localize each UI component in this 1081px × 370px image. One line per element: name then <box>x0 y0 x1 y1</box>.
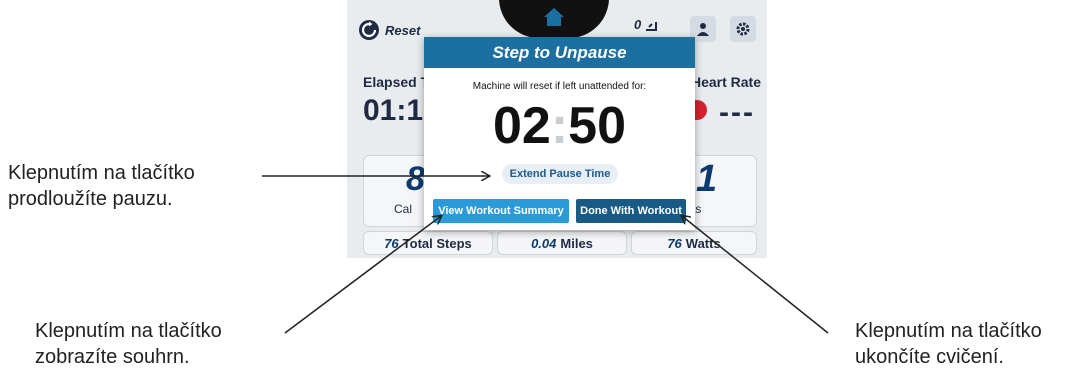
home-tab[interactable] <box>499 0 609 38</box>
annotation-extend: Klepnutím na tlačítko prodloužíte pauzu. <box>8 160 195 212</box>
calories-label: Cal <box>394 202 413 216</box>
done-workout-button[interactable]: Done With Workout <box>576 199 686 223</box>
elapsed-time-value: 01:1 <box>363 94 424 127</box>
annotation-summary-line2: zobrazíte souhrn. <box>35 346 190 368</box>
annotation-done: Klepnutím na tlačítko ukončíte cvičení. <box>855 318 1042 370</box>
pause-dialog: Step to Unpause Machine will reset if le… <box>424 37 695 230</box>
annotation-done-line2: ukončíte cvičení. <box>855 346 1004 368</box>
annotation-done-line1: Klepnutím na tlačítko <box>855 320 1042 342</box>
annotation-extend-line1: Klepnutím na tlačítko <box>8 162 195 184</box>
dialog-title: Step to Unpause <box>424 37 695 68</box>
steps-counter: 0 <box>634 17 658 32</box>
total-steps-label: Total Steps <box>402 235 472 251</box>
reset-label: Reset <box>385 22 421 38</box>
annotation-summary: Klepnutím na tlačítko zobrazíte souhrn. <box>35 318 222 370</box>
steps-counter-value: 0 <box>634 17 642 32</box>
countdown-seconds: 50 <box>568 97 626 155</box>
countdown-minutes: 02 <box>492 97 551 155</box>
elapsed-time-label: Elapsed Ti <box>363 74 433 90</box>
heart-rate-value: --- <box>719 96 755 129</box>
dialog-subtitle: Machine will reset if left unattended fo… <box>472 81 647 92</box>
annotation-summary-line1: Klepnutím na tlačítko <box>35 320 222 342</box>
user-icon <box>697 23 709 36</box>
right-stat-value: 1 <box>696 158 718 200</box>
calories-value: 8 <box>406 160 425 198</box>
miles-value: 0.04 <box>531 235 557 251</box>
reset-button[interactable]: Reset <box>359 20 420 40</box>
miles-stat: 0.04 Miles <box>497 231 627 255</box>
extend-pause-button[interactable]: Extend Pause Time <box>502 164 618 184</box>
annotation-extend-line2: prodloužíte pauzu. <box>8 188 173 210</box>
steps-icon <box>646 21 658 31</box>
home-icon <box>544 8 564 26</box>
countdown-timer: 02:50 <box>424 98 695 154</box>
total-steps-value: 76 <box>384 235 399 251</box>
settings-button[interactable] <box>730 16 756 42</box>
watts-stat: 76 Watts <box>631 231 757 255</box>
watts-value: 76 <box>667 235 682 251</box>
miles-label: Miles <box>560 235 593 251</box>
view-summary-button[interactable]: View Workout Summary <box>433 199 569 223</box>
heart-rate-label: Heart Rate <box>690 74 761 90</box>
total-steps-stat: 76 Total Steps <box>363 231 493 255</box>
countdown-separator: : <box>550 97 569 155</box>
gear-icon <box>736 22 750 36</box>
watts-label: Watts <box>685 235 721 251</box>
reset-icon <box>359 20 379 40</box>
